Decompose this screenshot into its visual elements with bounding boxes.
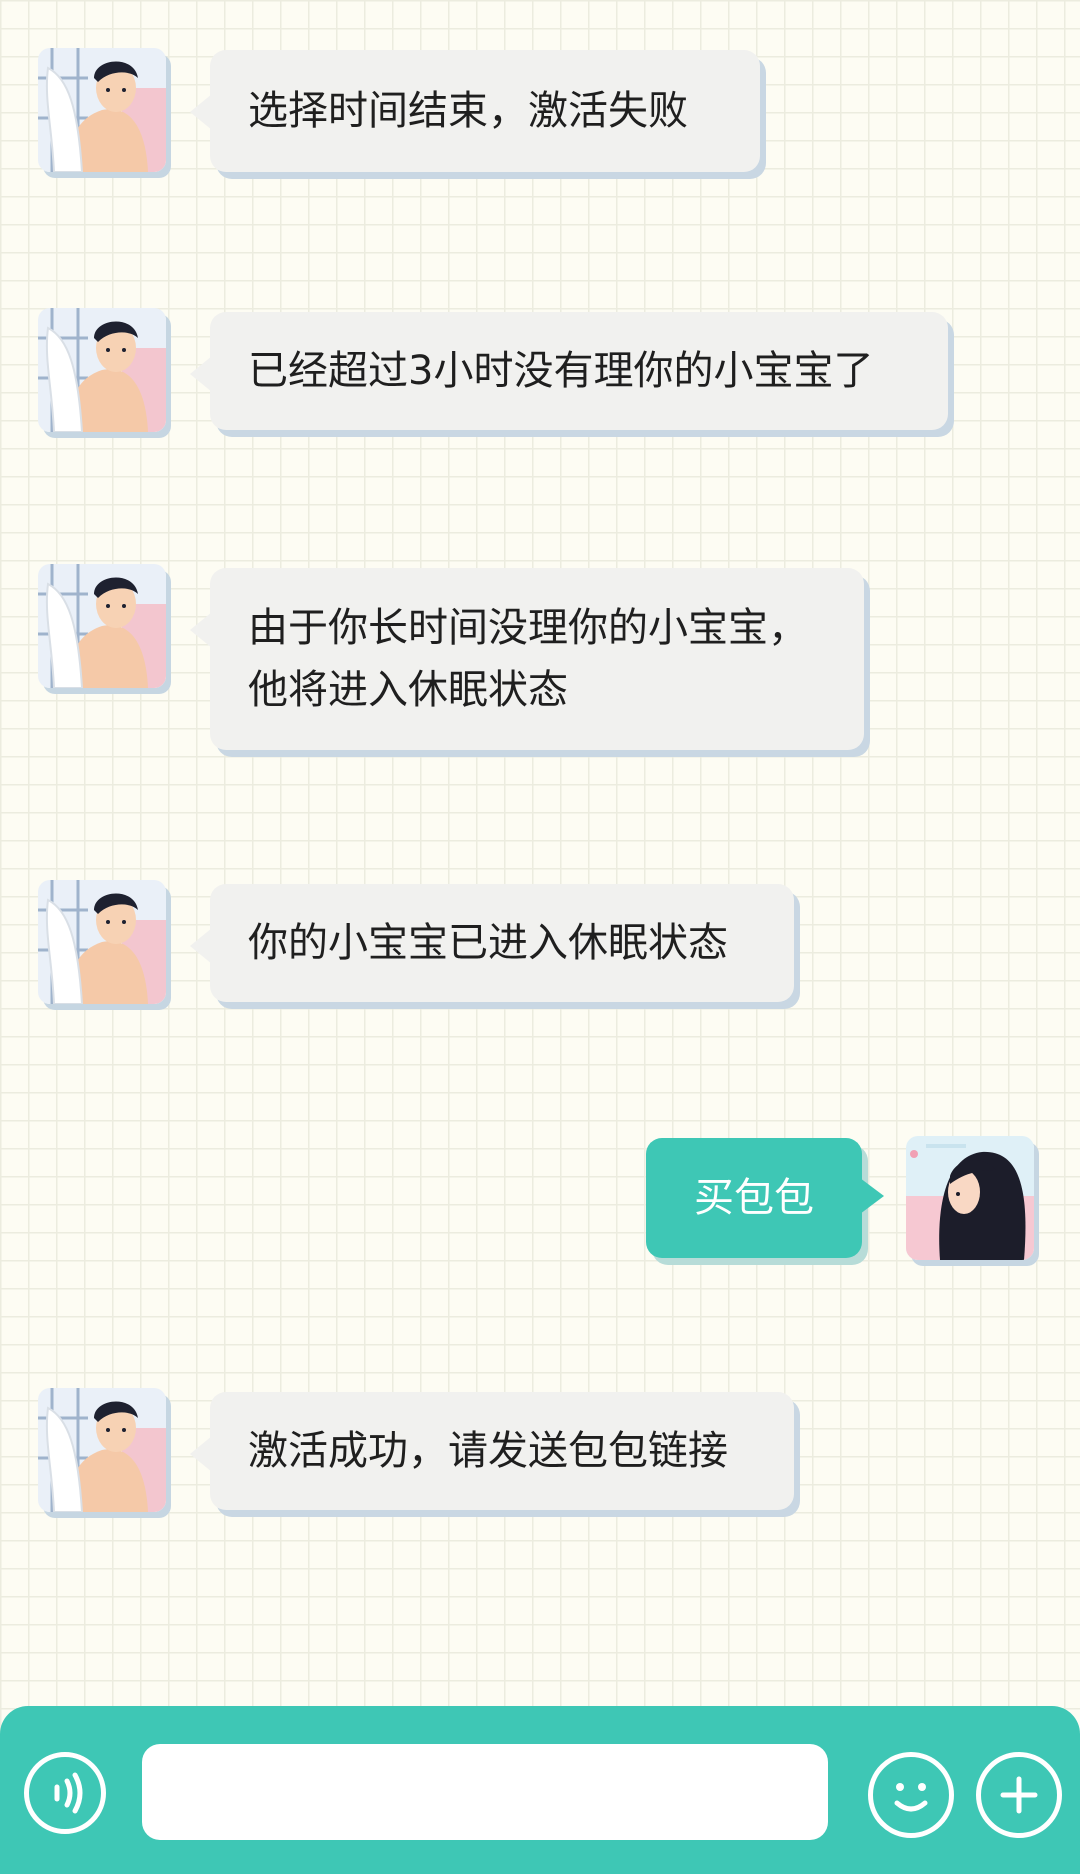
incoming-message-bubble[interactable]: 选择时间结束，激活失败 — [190, 50, 760, 172]
message-row: 由于你长时间没理你的小宝宝， 他将进入休眠状态 — [0, 560, 1080, 760]
message-row: 买包包 — [0, 1132, 1080, 1266]
man-with-towel-avatar[interactable] — [38, 48, 166, 172]
plus-icon[interactable] — [976, 1752, 1062, 1838]
man-with-towel-avatar[interactable] — [38, 564, 166, 688]
message-row: 激活成功，请发送包包链接 — [0, 1386, 1080, 1516]
woman-long-hair-avatar[interactable] — [906, 1136, 1034, 1260]
smiley-face-icon[interactable] — [868, 1752, 954, 1838]
incoming-message-bubble[interactable]: 你的小宝宝已进入休眠状态 — [190, 884, 794, 1002]
message-row: 已经超过3小时没有理你的小宝宝了 — [0, 302, 1080, 432]
message-row: 你的小宝宝已进入休眠状态 — [0, 880, 1080, 1010]
incoming-message-bubble[interactable]: 激活成功，请发送包包链接 — [190, 1392, 794, 1510]
message-row: 选择时间结束，激活失败 — [0, 44, 1080, 174]
chat-input-bar — [0, 1706, 1080, 1874]
outgoing-message-bubble[interactable]: 买包包 — [646, 1138, 884, 1258]
incoming-message-bubble[interactable]: 由于你长时间没理你的小宝宝， 他将进入休眠状态 — [190, 568, 864, 750]
incoming-message-bubble[interactable]: 已经超过3小时没有理你的小宝宝了 — [190, 312, 948, 430]
voice-wave-icon[interactable] — [24, 1752, 106, 1834]
message-input[interactable] — [142, 1744, 828, 1840]
man-with-towel-avatar[interactable] — [38, 1388, 166, 1512]
man-with-towel-avatar[interactable] — [38, 880, 166, 1004]
man-with-towel-avatar[interactable] — [38, 308, 166, 432]
